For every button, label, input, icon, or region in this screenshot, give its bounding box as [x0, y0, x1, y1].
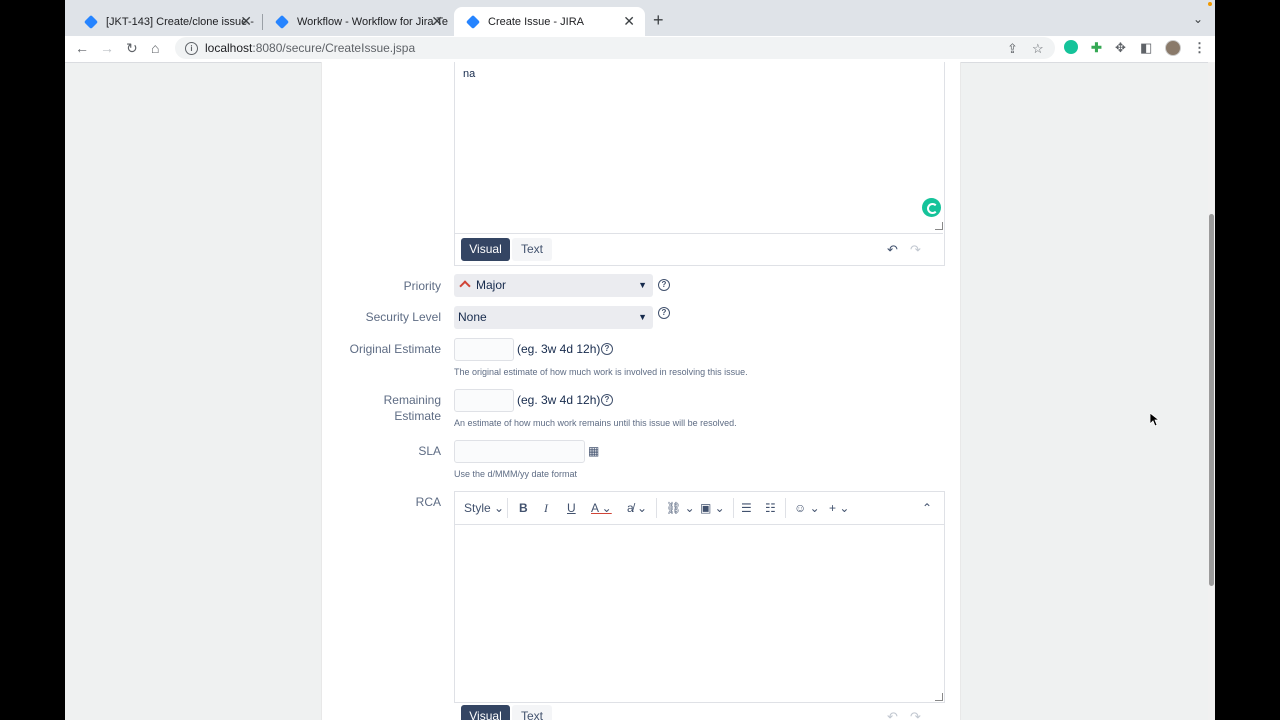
sla-label: SLA: [418, 444, 441, 458]
redo-icon[interactable]: ↷: [910, 243, 921, 256]
description-text[interactable]: na: [463, 68, 475, 80]
collapse-toolbar-icon[interactable]: ⌃: [922, 500, 932, 516]
extensions-puzzle-icon[interactable]: ✥: [1115, 40, 1126, 56]
remaining-estimate-label: Remaining Estimate: [383, 393, 441, 423]
redo-icon[interactable]: ↷: [910, 710, 921, 720]
help-icon[interactable]: ?: [658, 279, 670, 291]
remaining-estimate-hint: (eg. 3w 4d 12h): [517, 393, 601, 407]
rca-label: RCA: [415, 495, 441, 509]
address-bar[interactable]: i localhost:8080/secure/CreateIssue.jspa…: [175, 37, 1055, 59]
original-estimate-label: Original Estimate: [349, 342, 441, 356]
bookmark-star-icon[interactable]: ☆: [1032, 41, 1044, 57]
jira-icon: [274, 14, 290, 29]
jira-icon: [465, 14, 481, 29]
rca-editor[interactable]: Style ⌄ B I U A ⌄ a̸ ⌄ ⛓ ⌄ ▣ ⌄ ☰ ☷ ☺ ⌄ +…: [454, 491, 945, 703]
url-host: localhost: [205, 41, 253, 55]
numbered-list-icon[interactable]: ☷: [765, 500, 776, 516]
share-icon[interactable]: ⇪: [1007, 41, 1018, 57]
sla-description: Use the d/MMM/yy date format: [454, 469, 578, 479]
help-icon[interactable]: ?: [601, 343, 613, 355]
help-icon[interactable]: ?: [658, 307, 670, 319]
priority-major-icon: [459, 280, 471, 292]
browser-window: [JKT-143] Create/clone issue - ✕ Workflo…: [65, 0, 1215, 720]
browser-toolbar: ← → ↻ ⌂ i localhost:8080/secure/CreateIs…: [65, 36, 1215, 63]
toolbar-separator: [733, 498, 734, 518]
tab-create-issue[interactable]: Create Issue - JIRA ✕: [454, 7, 645, 36]
description-mode-bar: Visual Text ↶ ↷: [454, 233, 943, 266]
chevron-down-icon: ▼: [638, 280, 647, 290]
bullet-list-icon[interactable]: ☰: [741, 500, 752, 516]
original-estimate-description: The original estimate of how much work i…: [454, 367, 748, 377]
sla-date-input[interactable]: [454, 440, 585, 463]
grammarly-extension-icon[interactable]: [1064, 40, 1078, 54]
close-icon[interactable]: ✕: [427, 14, 443, 28]
tab-strip: [JKT-143] Create/clone issue - ✕ Workflo…: [65, 0, 1215, 36]
link-icon[interactable]: ⛓ ⌄: [666, 500, 695, 516]
italic-icon[interactable]: I: [544, 500, 548, 516]
emoji-icon[interactable]: ☺ ⌄: [794, 500, 820, 516]
remaining-estimate-input[interactable]: [454, 389, 514, 412]
resize-handle-icon[interactable]: [935, 693, 943, 701]
close-icon[interactable]: ✕: [236, 14, 252, 28]
extension-plus-icon[interactable]: ✚: [1091, 40, 1102, 56]
more-formatting-icon[interactable]: a̸ ⌄: [627, 500, 647, 516]
back-arrow-icon[interactable]: ←: [75, 40, 89, 56]
security-level-label: Security Level: [365, 310, 441, 324]
undo-icon[interactable]: ↶: [887, 243, 898, 256]
text-mode-button[interactable]: Text: [512, 238, 552, 261]
style-dropdown[interactable]: Style ⌄: [464, 500, 504, 516]
site-info-icon[interactable]: i: [185, 41, 198, 55]
new-tab-button[interactable]: +: [653, 11, 664, 29]
toolbar-separator: [785, 498, 786, 518]
tab-workflow[interactable]: Workflow - Workflow for Jira Te ✕: [263, 7, 453, 36]
browser-menu-icon[interactable]: ⋮: [1193, 40, 1206, 56]
original-estimate-hint: (eg. 3w 4d 12h): [517, 342, 601, 356]
page-scrollbar[interactable]: [1208, 62, 1215, 720]
scrollbar-thumb[interactable]: [1209, 214, 1214, 586]
jira-icon: [83, 14, 99, 29]
update-indicator-icon: [1208, 2, 1212, 6]
visual-mode-button[interactable]: Visual: [461, 238, 510, 261]
url-path: :8080/secure/CreateIssue.jspa: [252, 41, 416, 55]
text-mode-button[interactable]: Text: [512, 705, 552, 720]
original-estimate-input[interactable]: [454, 338, 514, 361]
forward-arrow-icon[interactable]: →: [100, 40, 114, 56]
grammarly-icon[interactable]: [922, 198, 941, 217]
close-icon[interactable]: ✕: [619, 14, 635, 28]
tab-search-chevron-icon[interactable]: ⌄: [1193, 12, 1203, 26]
chevron-down-icon: ▼: [638, 312, 647, 322]
home-icon[interactable]: ⌂: [151, 40, 159, 56]
bold-icon[interactable]: B: [519, 500, 528, 516]
attachment-icon[interactable]: ▣ ⌄: [700, 500, 725, 516]
help-icon[interactable]: ?: [601, 394, 613, 406]
toolbar-separator: [656, 498, 657, 518]
resize-handle-icon[interactable]: [935, 222, 943, 230]
side-panel-icon[interactable]: ◧: [1140, 40, 1152, 56]
reload-icon[interactable]: ↻: [126, 40, 138, 56]
mouse-cursor-icon: [1150, 413, 1160, 427]
priority-label: Priority: [403, 279, 441, 293]
priority-select[interactable]: Major ▼: [454, 274, 653, 297]
tab-jkt-143[interactable]: [JKT-143] Create/clone issue - ✕: [72, 7, 262, 36]
visual-mode-button[interactable]: Visual: [461, 705, 510, 720]
remaining-estimate-description: An estimate of how much work remains unt…: [454, 418, 737, 428]
security-level-value: None: [458, 310, 487, 324]
avatar[interactable]: [1165, 40, 1181, 56]
text-color-icon[interactable]: A ⌄: [591, 500, 612, 516]
toolbar-separator: [507, 498, 508, 518]
calendar-icon[interactable]: ▦: [588, 444, 599, 458]
priority-value: Major: [476, 278, 507, 292]
undo-icon[interactable]: ↶: [887, 710, 898, 720]
insert-plus-icon[interactable]: + ⌄: [829, 500, 849, 516]
rca-toolbar: Style ⌄ B I U A ⌄ a̸ ⌄ ⛓ ⌄ ▣ ⌄ ☰ ☷ ☺ ⌄ +…: [455, 492, 944, 525]
rca-mode-bar: Visual Text ↶ ↷: [454, 701, 943, 720]
security-level-select[interactable]: None ▼: [454, 306, 653, 329]
create-issue-form: na Visual Text ↶ ↷ Priority Major ▼ ? Se…: [321, 62, 961, 720]
underline-icon[interactable]: U: [567, 500, 576, 516]
